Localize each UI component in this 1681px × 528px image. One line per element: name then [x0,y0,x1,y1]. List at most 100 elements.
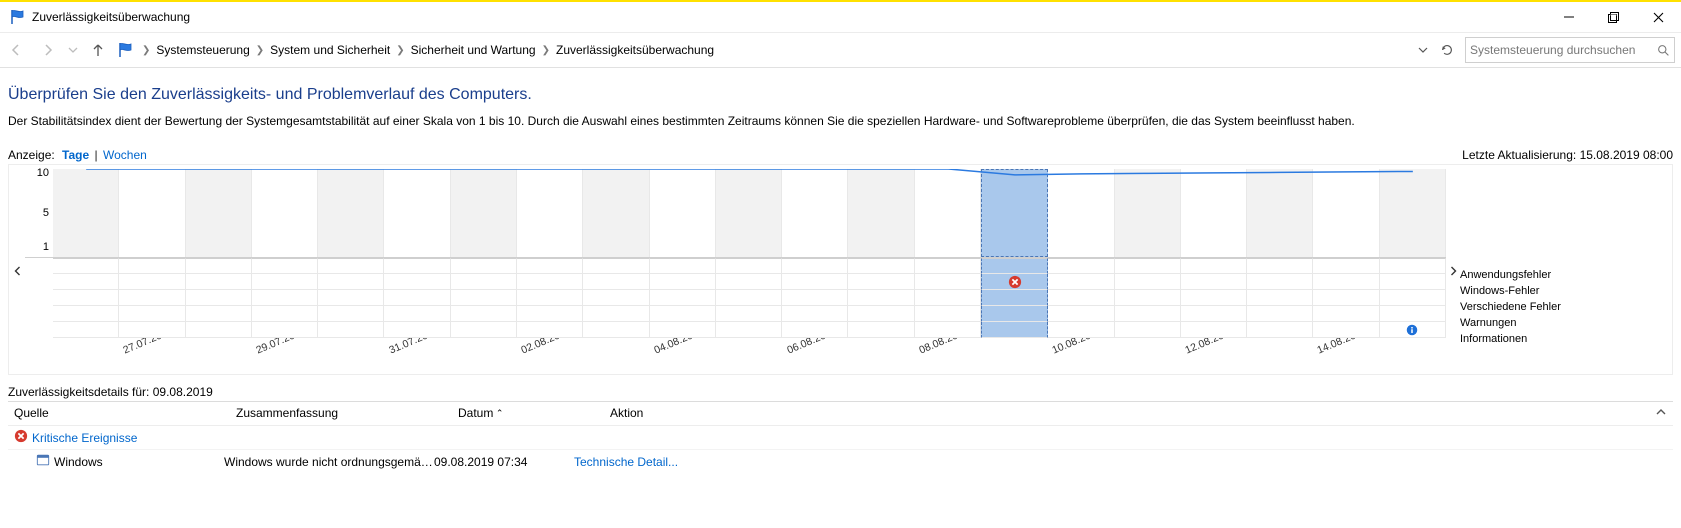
event-cell[interactable] [119,290,185,306]
event-cell[interactable] [1313,322,1379,338]
event-cell[interactable] [650,274,716,290]
event-cell[interactable] [252,290,318,306]
event-cell[interactable] [1181,290,1247,306]
chart-column[interactable] [1181,169,1247,257]
chart-column[interactable] [782,169,848,257]
event-cell[interactable] [186,274,252,290]
event-cell[interactable] [186,290,252,306]
view-weeks-link[interactable]: Wochen [103,148,147,162]
event-cell[interactable] [384,258,450,274]
event-cell[interactable] [1380,274,1446,290]
chart-column[interactable] [318,169,384,257]
event-cell[interactable] [782,306,848,322]
event-cell[interactable] [1313,258,1379,274]
event-cell[interactable] [583,258,649,274]
event-cell[interactable] [517,290,583,306]
event-cell[interactable] [451,306,517,322]
event-cell[interactable] [915,322,981,338]
event-cell[interactable] [1048,258,1114,274]
chart-column[interactable] [53,169,119,257]
event-cell[interactable] [53,258,119,274]
close-button[interactable] [1636,2,1681,32]
event-cell[interactable] [716,274,782,290]
event-cell[interactable] [1115,258,1181,274]
event-cell[interactable] [1247,306,1313,322]
event-cell[interactable] [981,290,1048,306]
event-cell[interactable] [1313,306,1379,322]
refresh-button[interactable] [1435,38,1459,62]
event-cell[interactable] [119,306,185,322]
event-cell[interactable] [1181,274,1247,290]
event-cell[interactable] [186,322,252,338]
chevron-right-icon[interactable]: ❯ [252,45,268,56]
event-cell[interactable] [318,322,384,338]
chart-column[interactable] [583,169,649,257]
event-cell[interactable] [1115,306,1181,322]
event-cell[interactable] [782,322,848,338]
event-cell[interactable] [848,258,914,274]
event-cell[interactable] [252,322,318,338]
event-cell[interactable] [119,258,185,274]
event-cell[interactable] [1313,274,1379,290]
search-input[interactable]: Systemsteuerung durchsuchen [1465,37,1675,63]
event-cell[interactable] [782,290,848,306]
chart-column[interactable] [1380,169,1446,257]
group-kritische-ereignisse[interactable]: Kritische Ereignisse [8,425,1673,449]
event-cell[interactable] [650,290,716,306]
event-cell[interactable] [451,290,517,306]
event-cell[interactable] [119,322,185,338]
event-cell[interactable] [1181,306,1247,322]
event-cell[interactable] [517,274,583,290]
event-cell[interactable] [318,274,384,290]
event-cell[interactable] [318,306,384,322]
chart-column[interactable] [981,169,1048,257]
event-cell[interactable] [318,290,384,306]
event-cell[interactable] [1247,290,1313,306]
chart-column[interactable] [650,169,716,257]
event-cell[interactable] [186,306,252,322]
event-cell[interactable] [451,258,517,274]
event-cell[interactable] [915,306,981,322]
event-cell[interactable] [53,274,119,290]
forward-button[interactable] [34,36,62,64]
event-cell[interactable] [1247,274,1313,290]
chart-column[interactable] [848,169,914,257]
event-cell[interactable] [716,322,782,338]
event-cell[interactable] [650,258,716,274]
event-cell[interactable] [915,258,981,274]
chart-column[interactable] [186,169,252,257]
event-cell[interactable] [384,290,450,306]
event-cell[interactable] [451,322,517,338]
event-cell[interactable] [915,290,981,306]
event-cell[interactable] [848,306,914,322]
event-cell[interactable] [1115,290,1181,306]
col-datum[interactable]: Datum [452,402,604,425]
event-cell[interactable] [716,290,782,306]
recent-button[interactable] [66,36,80,64]
event-cell[interactable] [1048,274,1114,290]
event-cell[interactable] [53,290,119,306]
event-cell[interactable] [384,306,450,322]
event-cell[interactable] [981,274,1048,290]
event-cell[interactable] [782,258,848,274]
chart-column[interactable] [517,169,583,257]
event-cell[interactable] [1115,274,1181,290]
chart-column[interactable] [451,169,517,257]
col-quelle[interactable]: Quelle [8,402,230,425]
dropdown-button[interactable] [1411,38,1435,62]
event-cell[interactable] [1181,258,1247,274]
event-cell[interactable] [915,274,981,290]
event-cell[interactable] [981,322,1048,338]
event-cell[interactable] [252,274,318,290]
event-cell[interactable] [119,274,185,290]
event-cell[interactable] [782,274,848,290]
table-row[interactable]: Windows Windows wurde nicht ordnungsgemä… [8,449,1673,473]
breadcrumb-item[interactable]: Systemsteuerung [154,41,251,59]
event-cell[interactable] [1247,322,1313,338]
event-cell[interactable] [384,322,450,338]
event-cell[interactable] [1048,290,1114,306]
chart-column[interactable] [1048,169,1114,257]
view-days-link[interactable]: Tage [62,148,89,162]
event-cell[interactable] [1048,322,1114,338]
breadcrumb-item[interactable]: Zuverlässigkeitsüberwachung [554,41,716,59]
